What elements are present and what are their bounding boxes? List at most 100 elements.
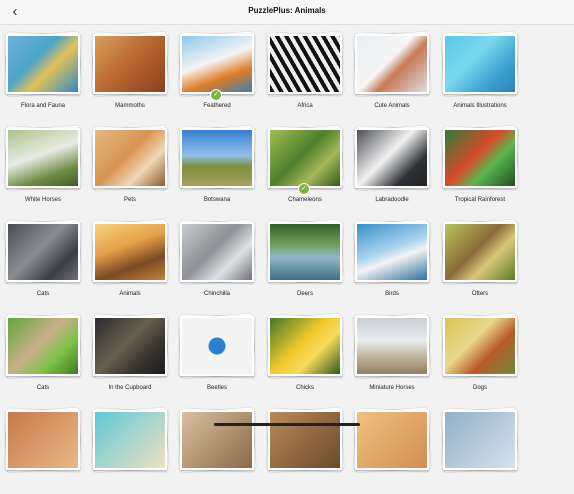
puzzle-image (8, 412, 78, 468)
puzzle-tile[interactable]: Miniature Horses (349, 310, 435, 400)
puzzle-tile[interactable] (349, 404, 435, 494)
puzzle-tile[interactable] (0, 404, 86, 494)
puzzle-tile[interactable]: Chinchilla (174, 216, 260, 306)
puzzle-card-stack (177, 313, 257, 379)
puzzle-image (270, 224, 340, 280)
puzzle-thumbnail (93, 410, 167, 470)
scroll-indicator[interactable] (214, 423, 360, 426)
page-title: PuzzlePlus: Animals (248, 6, 326, 15)
puzzle-image (8, 224, 78, 280)
puzzle-tile[interactable]: Cats (0, 216, 86, 306)
puzzle-thumbnail (6, 222, 80, 282)
puzzle-card-stack (90, 407, 170, 473)
puzzle-tile[interactable]: Animals Illustrations (437, 28, 523, 118)
puzzle-tile[interactable]: Flora and Fauna (0, 28, 86, 118)
puzzle-thumbnail (93, 316, 167, 376)
puzzle-card-stack (3, 125, 83, 191)
puzzle-thumbnail (355, 128, 429, 188)
puzzle-tile[interactable]: In the Cupboard (87, 310, 173, 400)
puzzle-thumbnail (6, 128, 80, 188)
puzzle-card-stack (177, 31, 257, 97)
puzzle-image (357, 318, 427, 374)
puzzle-label: Labradoodle (375, 197, 409, 203)
puzzle-thumbnail (355, 222, 429, 282)
puzzle-tile[interactable]: Chicks (262, 310, 348, 400)
puzzle-image (95, 318, 165, 374)
puzzle-tile[interactable]: Mammoths (87, 28, 173, 118)
puzzle-image (182, 224, 252, 280)
puzzle-image (445, 224, 515, 280)
puzzle-thumbnail (443, 410, 517, 470)
puzzle-card-stack (352, 125, 432, 191)
puzzle-tile[interactable] (87, 404, 173, 494)
puzzle-tile[interactable]: Cats (0, 310, 86, 400)
puzzle-card-stack (352, 219, 432, 285)
puzzle-image (445, 412, 515, 468)
puzzle-tile[interactable]: Dogs (437, 310, 523, 400)
puzzle-label: Pets (123, 197, 136, 203)
puzzle-thumbnail (93, 34, 167, 94)
puzzle-tile[interactable]: ✓ Feathered (174, 28, 260, 118)
puzzle-thumbnail (443, 316, 517, 376)
puzzle-tile[interactable]: Labradoodle (349, 122, 435, 212)
puzzle-thumbnail (268, 222, 342, 282)
puzzle-thumbnail (6, 410, 80, 470)
puzzle-card-stack (440, 219, 520, 285)
puzzle-tile[interactable]: Deers (262, 216, 348, 306)
puzzle-card-stack (265, 313, 345, 379)
puzzle-thumbnail (268, 410, 342, 470)
puzzle-thumbnail (93, 222, 167, 282)
puzzle-image (8, 130, 78, 186)
puzzle-tile[interactable]: Pets (87, 122, 173, 212)
puzzle-card-stack (90, 313, 170, 379)
puzzle-label: Animals Illustrations (453, 103, 507, 109)
puzzle-label: Africa (297, 103, 313, 109)
puzzle-image (182, 412, 252, 468)
puzzle-tile[interactable]: Tropical Rainforest (437, 122, 523, 212)
puzzle-thumbnail (180, 128, 254, 188)
puzzle-card-stack (177, 219, 257, 285)
puzzle-tile[interactable]: Africa (262, 28, 348, 118)
puzzle-label: Otters (471, 291, 489, 297)
puzzle-image (445, 36, 515, 92)
puzzle-image (95, 130, 165, 186)
puzzle-card-stack (177, 407, 257, 473)
puzzle-tile[interactable]: Botswana (174, 122, 260, 212)
puzzle-card-stack (440, 313, 520, 379)
puzzle-image (95, 36, 165, 92)
puzzle-tile[interactable] (262, 404, 348, 494)
puzzle-thumbnail (268, 128, 342, 188)
puzzle-tile[interactable]: Birds (349, 216, 435, 306)
puzzle-tile[interactable]: White Horses (0, 122, 86, 212)
puzzle-card-stack (90, 31, 170, 97)
puzzle-card-stack (3, 31, 83, 97)
puzzle-card-stack (3, 313, 83, 379)
puzzle-image (95, 412, 165, 468)
puzzle-label: In the Cupboard (108, 385, 152, 391)
puzzle-label: Chicks (295, 385, 314, 391)
puzzle-tile[interactable] (437, 404, 523, 494)
puzzle-thumbnail (443, 128, 517, 188)
puzzle-tile[interactable]: Cute Animals (349, 28, 435, 118)
puzzle-label: White Horses (24, 197, 61, 203)
puzzle-card-stack (440, 407, 520, 473)
puzzle-tile[interactable]: Beetles (174, 310, 260, 400)
puzzle-label: Chameleons (288, 197, 322, 203)
puzzle-thumbnail (180, 34, 254, 94)
puzzle-label: Tropical Rainforest (454, 197, 506, 203)
puzzle-tile[interactable]: Otters (437, 216, 523, 306)
puzzle-thumbnail (93, 128, 167, 188)
puzzle-image (95, 224, 165, 280)
puzzle-label: Chinchilla (203, 291, 230, 297)
puzzle-thumbnail (6, 316, 80, 376)
puzzle-tile[interactable] (174, 404, 260, 494)
puzzle-card-stack (265, 31, 345, 97)
checkmark-icon: ✓ (211, 90, 221, 100)
puzzle-tile[interactable]: Animals (87, 216, 173, 306)
puzzle-card-stack (90, 125, 170, 191)
puzzle-label: Botswana (203, 197, 231, 203)
puzzle-thumbnail (355, 316, 429, 376)
puzzle-tile[interactable]: ✓ Chameleons (262, 122, 348, 212)
puzzle-image (270, 36, 340, 92)
puzzle-thumbnail (268, 316, 342, 376)
